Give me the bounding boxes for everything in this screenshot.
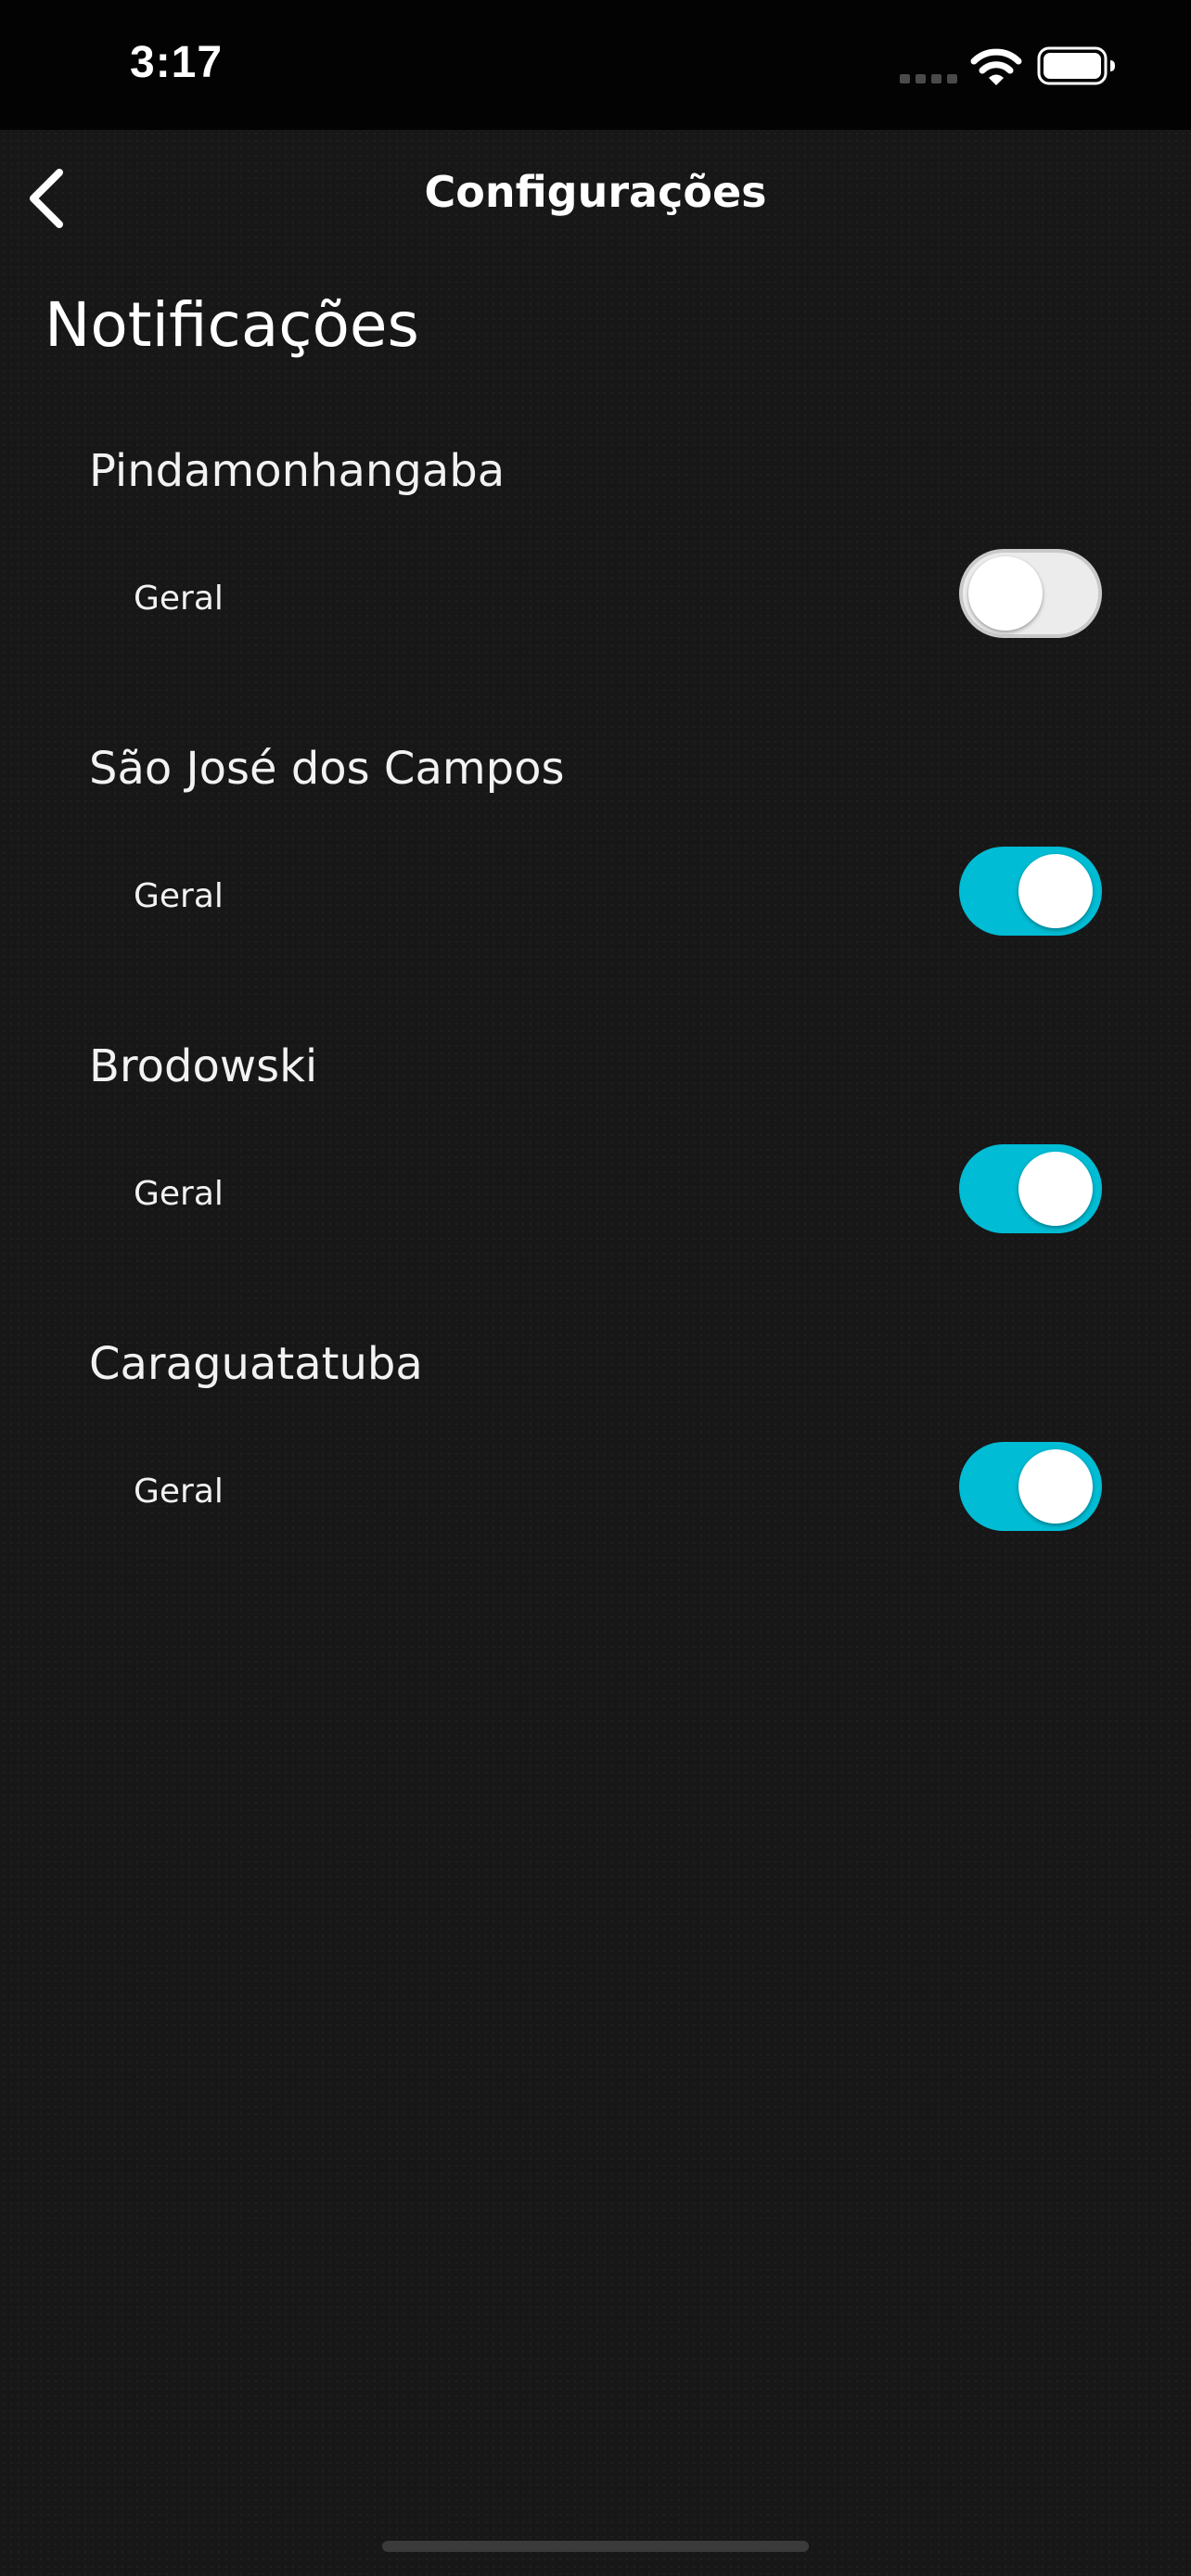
general-toggle[interactable]	[959, 549, 1102, 638]
status-time: 3:17	[130, 38, 224, 87]
general-toggle[interactable]	[959, 1442, 1102, 1531]
row-label: Geral	[134, 877, 224, 915]
wifi-icon	[970, 48, 1022, 85]
notification-group: Caraguatatuba Geral	[0, 1338, 1191, 1616]
toggle-knob	[1018, 1449, 1093, 1524]
group-title: Pindamonhangaba	[89, 445, 506, 497]
group-title: Caraguatatuba	[89, 1338, 423, 1390]
row-label: Geral	[134, 1473, 224, 1511]
group-title: São José dos Campos	[89, 743, 565, 795]
notification-group: São José dos Campos Geral	[0, 743, 1191, 1021]
home-indicator[interactable]	[382, 2541, 809, 2552]
row-label: Geral	[134, 580, 224, 618]
general-toggle[interactable]	[959, 1144, 1102, 1233]
settings-screen: Configurações Notificações Pindamonhanga…	[0, 130, 1191, 2576]
battery-icon	[1037, 46, 1115, 85]
notification-group: Pindamonhangaba Geral	[0, 445, 1191, 723]
notification-group: Brodowski Geral	[0, 1040, 1191, 1319]
page-title: Configurações	[424, 167, 767, 217]
toggle-knob	[1018, 1152, 1093, 1226]
status-bar: 3:17	[0, 0, 1191, 130]
group-title: Brodowski	[89, 1040, 318, 1092]
toggle-knob	[1018, 854, 1093, 928]
section-title: Notificações	[45, 289, 419, 361]
signal-icon	[900, 74, 957, 83]
general-toggle[interactable]	[959, 847, 1102, 936]
row-label: Geral	[134, 1175, 224, 1213]
toggle-knob	[968, 556, 1043, 631]
